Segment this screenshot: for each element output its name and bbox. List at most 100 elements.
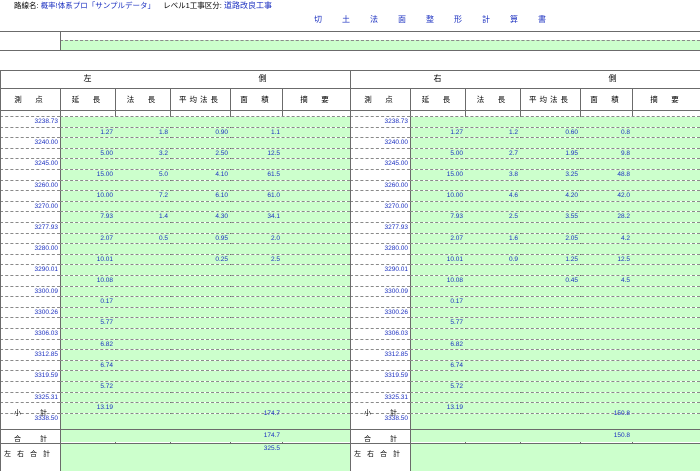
station-label: 3277.93 [384,224,409,231]
station-label: 3280.00 [384,245,409,253]
left-len-value: 10.00 [96,192,113,200]
cell-band [61,307,350,318]
right-slope-value: 2.7 [508,149,518,157]
cell-band [411,244,700,254]
rule [350,275,410,276]
rule [350,147,410,149]
right-len-value: 13.19 [446,404,463,412]
rule [60,412,350,414]
right-area-value: 9.8 [620,149,630,157]
right-area-value: 4.5 [620,277,630,284]
right-col-header: 平均法長 [529,95,571,104]
center-divider [350,70,351,471]
rule [410,222,700,223]
right-slope-value: 1.6 [508,234,518,242]
left-len-value: 1.27 [100,128,113,136]
rule [410,359,700,361]
cell-band [411,392,700,403]
right-slope-value: 1.2 [508,128,518,136]
rule [0,222,60,223]
rule [0,381,60,382]
right-avg-value: 4.20 [565,192,578,200]
right-len-value: 2.07 [450,234,463,242]
rule [60,211,350,213]
rule [60,190,350,192]
rule [350,211,410,213]
station-label: 3240.00 [384,139,409,147]
rule [0,328,60,329]
rule [0,253,60,255]
cell-band [61,180,350,191]
right-avg-value: 2.05 [565,234,578,242]
left-len-value: 5.00 [100,149,113,157]
station-label: 3300.26 [34,308,59,316]
cell-band [61,265,350,275]
rule [410,285,700,287]
left-slope-value: 1.8 [158,128,168,136]
cell-band [61,418,350,429]
rule [60,328,350,329]
station-label: 3280.00 [34,245,59,253]
left-col-header: 平均法長 [179,95,221,104]
left-len-value: 10.01 [96,255,113,263]
left-title-b: 側 [258,74,267,83]
rule [350,381,410,382]
rule [350,116,410,117]
right-len-value: 5.00 [450,149,463,157]
cell-band [411,117,700,127]
rule [60,232,350,234]
rule [350,359,410,361]
rule [0,179,60,181]
cell-band [411,286,700,297]
station-label: 3245.00 [384,160,409,168]
left-slope-value: 5.0 [158,171,168,178]
rule [60,40,700,41]
header-line: 路線名: 概率!体系プロ「サンプルデータ」 レベル1工事区分: 道路改良工事 [0,0,700,12]
left-col-header: 法 長 [126,95,159,104]
rule [410,211,700,213]
rule [410,317,700,319]
total-label: 合 計 [14,435,53,443]
cell-band [61,329,350,339]
station-label: 3245.00 [34,160,59,168]
left-subtotal-value: 174.7 [263,410,280,418]
cell-band [411,329,700,339]
rule [350,391,410,393]
rule [350,88,700,89]
grand-total-label: 左右合計 [354,451,406,459]
rule [60,169,350,170]
right-title-b: 側 [608,74,617,83]
cell-band [61,244,350,254]
right-slope-value: 4.6 [508,192,518,200]
rule [410,179,700,181]
rule [0,349,60,351]
rule [410,126,700,128]
rule [410,158,700,160]
rule [0,243,60,245]
rule [0,70,1,471]
rule [0,232,60,234]
rule [410,200,700,202]
left-slope-value: 0.5 [158,234,168,242]
right-total-value: 150.8 [613,431,630,439]
cell-band [411,307,700,318]
rule [410,296,700,298]
rule [350,126,410,128]
station-label: 3238.73 [34,118,59,125]
rule [0,211,60,213]
rule [350,253,410,255]
rule [0,306,60,308]
left-grand-value: 325.5 [263,445,280,453]
cell-band [61,392,350,403]
right-avg-value: 0.45 [565,277,578,284]
rule [0,50,700,51]
rule [0,402,60,404]
station-label: 3300.09 [384,287,409,295]
rule [350,243,410,245]
rule [0,158,60,160]
rule [60,296,350,298]
rule [410,169,700,170]
cell-band [61,223,350,233]
cell-band [61,350,350,360]
left-col-header: 測 点 [14,95,46,104]
